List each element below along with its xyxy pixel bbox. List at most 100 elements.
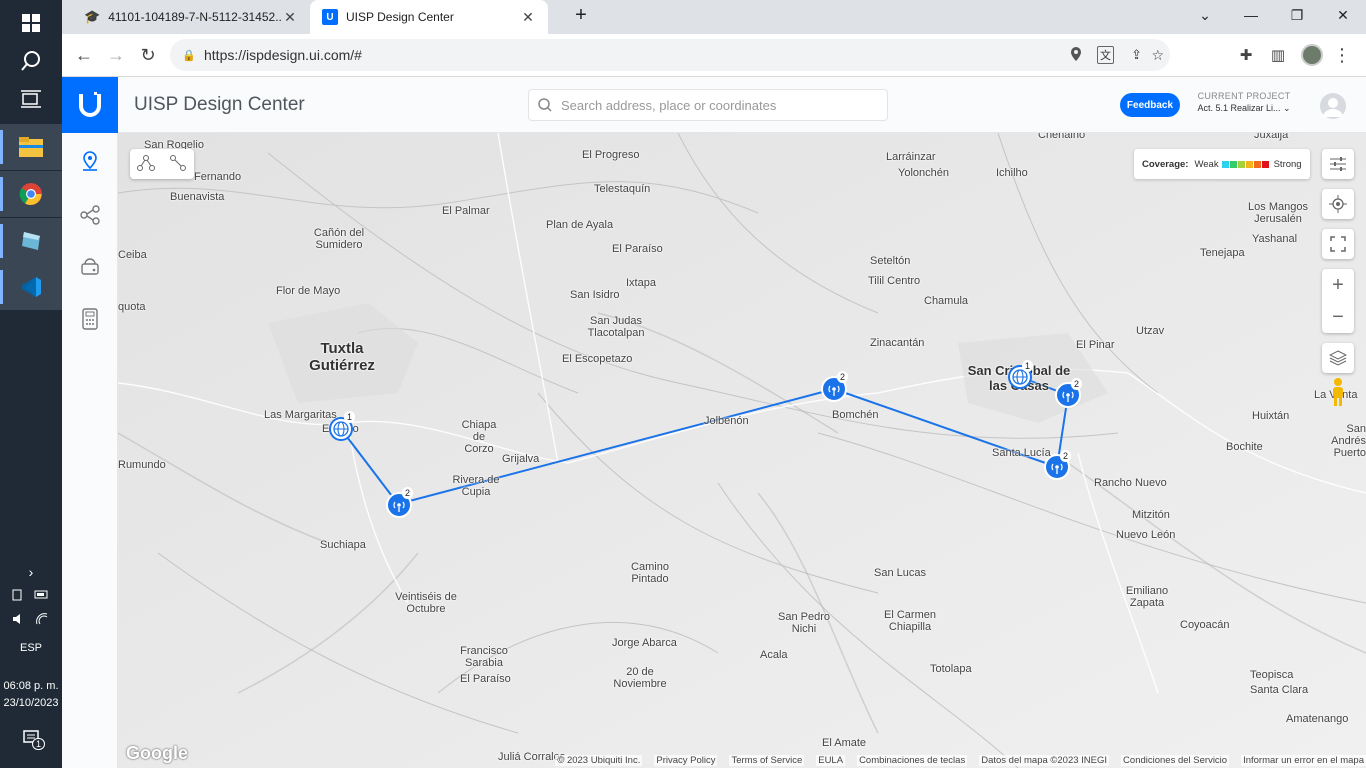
place-label: Telestaquín [594,183,651,195]
map-canvas[interactable]: San Rogelio Fernando Buenavista Cañón de… [118,133,1366,768]
layers-icon[interactable] [1322,343,1354,373]
browser-toolbar: ← → ↻ 🔒 https://ispdesign.ui.com/# 文 ⇪ ☆… [62,34,1366,77]
place-label: Santa Clara [1250,684,1309,696]
chrome-icon[interactable] [0,171,62,217]
map-terms-link[interactable]: Condiciones del Servicio [1121,754,1230,766]
device-count-badge: 2 [1071,378,1083,390]
notification-icon[interactable]: 1 [0,730,62,750]
zoom-in-icon[interactable]: + [1332,269,1344,301]
topology-icon[interactable] [76,201,104,229]
forward-icon[interactable]: → [102,41,130,69]
translate-icon[interactable]: 文 [1097,46,1114,64]
place-label: Las Margaritas [264,409,337,421]
place-label: San Pedro Nichi [778,611,830,635]
map-data-text: Datos del mapa ©2023 INEGI [979,754,1110,766]
terms-of-service-link[interactable]: Terms of Service [729,754,805,766]
address-bar[interactable]: 🔒 https://ispdesign.ui.com/# 文 ⇪ ☆ [170,39,1170,71]
locate-me-icon[interactable] [1322,189,1354,219]
globe-icon [333,421,349,437]
place-label: Seteltón [870,255,911,267]
keyboard-shortcuts-link[interactable]: Combinaciones de teclas [857,754,968,766]
coverage-strong-label: Strong [1273,158,1302,170]
feedback-button[interactable]: Feedback [1120,93,1180,117]
current-project-name: Act. 5.1 Realizar Li... [1197,103,1281,113]
volume-wifi-icons[interactable] [0,612,62,629]
map-settings-sliders-icon[interactable] [1322,149,1354,179]
place-label: Chiapa de Corzo [461,419,497,455]
search-icon [538,98,552,115]
side-panel-icon[interactable]: ▥ [1264,41,1292,69]
network-nodes-icon[interactable] [137,154,155,175]
place-label: Huixtán [1252,410,1290,422]
file-explorer-icon[interactable] [0,124,62,170]
chevron-right-icon[interactable]: › [0,564,62,580]
calculator-icon[interactable] [76,305,104,333]
tab-search-chevron-icon[interactable]: ⌄ [1182,0,1228,30]
antenna-icon [1062,391,1074,402]
place-label: Coyoacán [1180,619,1230,631]
restore-icon[interactable]: ❐ [1274,0,1320,30]
close-window-icon[interactable]: ✕ [1320,0,1366,30]
place-label: Yashanal [1252,233,1298,245]
back-icon[interactable]: ← [70,41,98,69]
place-label: El Paraíso [460,673,511,685]
street-view-pegman-icon[interactable] [1328,377,1348,410]
new-tab-icon[interactable]: + [558,0,604,30]
place-label: Grijalva [502,453,540,465]
clock-time[interactable]: 06:08 p. m. [0,680,62,692]
browser-menu-icon[interactable]: ⋮ [1328,41,1356,69]
bookmark-star-icon[interactable]: ☆ [1151,47,1164,64]
device-router-icon[interactable] [76,253,104,281]
location-pin-icon[interactable] [1070,46,1082,64]
current-project-label: CURRENT PROJECT [1197,91,1291,101]
place-label: Chamula [924,295,969,307]
place-label: El Amate [822,737,867,749]
privacy-policy-link[interactable]: Privacy Policy [654,754,718,766]
map-pin-icon[interactable] [76,147,104,175]
coverage-weak-label: Weak [1194,158,1219,170]
uisp-logo-icon[interactable] [62,77,118,133]
app-icon[interactable] [0,218,62,264]
reload-icon[interactable]: ↻ [134,41,162,69]
uisp-favicon-icon: U [322,9,338,25]
link-tool-icon[interactable] [169,154,187,175]
share-icon[interactable]: ⇪ [1131,47,1142,63]
extensions-puzzle-icon[interactable]: ✚ [1232,41,1260,69]
device-count-badge: 2 [837,371,849,383]
vscode-icon[interactable] [0,264,62,310]
place-label: Totolapa [930,663,972,675]
close-tab-icon[interactable]: ✕ [282,9,298,26]
search-placeholder: Search address, place or coordinates [561,97,777,113]
side-nav [62,133,118,768]
tray-icons[interactable] [0,588,62,605]
search-input[interactable]: Search address, place or coordinates [528,89,888,121]
place-label: Rivera de Cupia [452,474,500,498]
zoom-out-icon[interactable]: − [1332,301,1344,333]
place-label: El Paraíso [612,243,663,255]
current-project-selector[interactable]: CURRENT PROJECT Act. 5.1 Realizar Li... … [1196,91,1292,114]
place-label: Jolbenón [704,415,749,427]
place-label: Chenalhó [1038,133,1086,141]
browser-tab-document[interactable]: 🎓 41101-104189-7-N-5112-31452... ✕ [72,0,310,34]
graduation-cap-icon: 🎓 [84,9,101,24]
place-label: Emiliano Zapata [1125,585,1169,609]
zoom-controls: + − [1322,269,1354,333]
user-avatar[interactable] [1320,93,1346,119]
place-label: Rumundo [118,459,166,471]
close-tab-icon[interactable]: ✕ [520,9,536,26]
clock-date[interactable]: 23/10/2023 [0,697,62,709]
antenna-icon [828,385,840,396]
language-indicator[interactable]: ESP [0,642,62,654]
profile-avatar-icon[interactable] [1298,41,1326,69]
fullscreen-icon[interactable] [1322,229,1354,259]
report-error-link[interactable]: Informar un error en el mapa [1241,754,1366,766]
minimize-icon[interactable]: — [1228,0,1274,30]
task-view-icon[interactable] [0,76,62,122]
browser-tab-uisp[interactable]: U UISP Design Center ✕ [310,0,548,34]
eula-link[interactable]: EULA [816,754,846,766]
place-label: Bomchén [832,409,879,421]
place-label: Camino Pintado [631,561,669,585]
chevron-down-icon: ⌄ [1283,103,1291,113]
place-label: Francisco Sarabia [460,645,508,669]
place-label: Plan de Ayala [546,219,614,231]
